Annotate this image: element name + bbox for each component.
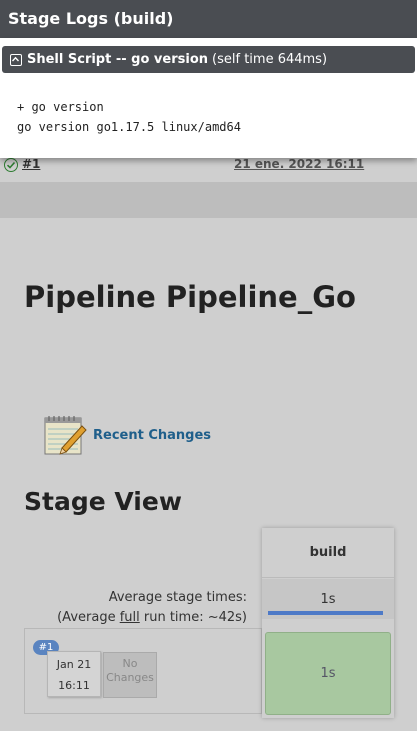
jenkins-page: #1 21 ene. 2022 16:11 Pipeline Pipeline_… [0,0,417,731]
log-step-time: (self time 644ms) [212,52,328,67]
build-date-time: 16:11 [58,679,90,692]
stage-header-build: build [262,528,394,578]
average-full-run-time: (Average full run time: ~42s) [57,610,247,625]
average-full-word: full [119,610,140,625]
build-number-link[interactable]: #1 [22,157,40,171]
stage-logs-header: Stage Logs (build) [0,0,417,38]
log-output: + go version go version go1.17.5 linux/am… [17,97,241,137]
success-check-icon [4,158,18,172]
log-line: + go version [17,100,104,114]
log-step-name: Shell Script -- go version [27,52,209,67]
build-date-day: Jan 21 [56,658,92,671]
recent-changes-link[interactable]: Recent Changes [93,428,211,443]
log-step-header[interactable]: Shell Script -- go version (self time 64… [2,46,415,73]
page-title: Pipeline Pipeline_Go [24,280,356,314]
section-band [0,182,417,218]
build-date-link[interactable]: 21 ene. 2022 16:11 [234,157,364,171]
stage-view-title: Stage View [24,487,182,516]
no-changes-label: No Changes [103,652,157,698]
average-full-suffix: run time: ~42s) [139,610,247,625]
average-stage-times-label: Average stage times: [108,590,247,605]
notepad-icon [44,416,87,455]
stage-cell-success[interactable]: 1s [265,632,391,715]
average-full-prefix: (Average [57,610,120,625]
stage-average-progress-bar [268,611,383,615]
build-date-card: Jan 21 16:11 [47,651,101,697]
log-line: go version go1.17.5 linux/amd64 [17,120,241,134]
collapse-icon[interactable] [10,53,22,66]
